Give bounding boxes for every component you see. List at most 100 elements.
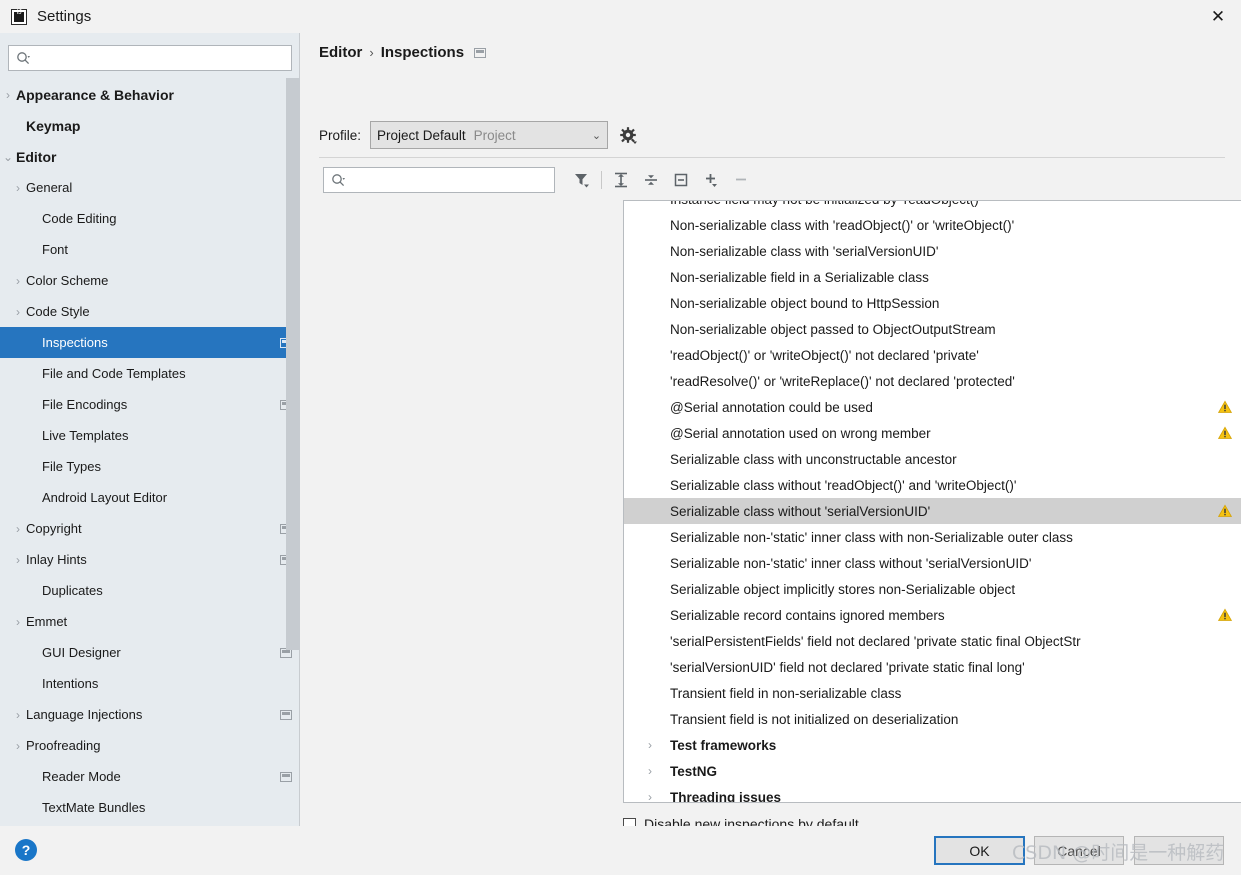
sidebar-item-font[interactable]: Font: [0, 234, 300, 265]
sidebar-item-live-templates[interactable]: Live Templates: [0, 420, 300, 451]
collapse-all-icon[interactable]: [636, 166, 666, 194]
sidebar-item-inspections[interactable]: Inspections: [0, 327, 300, 358]
project-scope-badge-icon: [474, 47, 487, 58]
sidebar-item-label: File Encodings: [42, 397, 128, 412]
sidebar-item-textmate-bundles[interactable]: TextMate Bundles: [0, 792, 300, 823]
inspection-row[interactable]: Serializable record contains ignored mem…: [624, 602, 1241, 628]
add-icon[interactable]: [696, 166, 726, 194]
chevron-right-icon[interactable]: ›: [10, 709, 26, 721]
cancel-button[interactable]: Cancel: [1034, 836, 1124, 865]
sidebar-search[interactable]: [8, 45, 292, 71]
breadcrumb-root[interactable]: Editor: [319, 44, 362, 61]
inspection-row[interactable]: Non-serializable object bound to HttpSes…: [624, 290, 1241, 316]
sidebar-item-file-encodings[interactable]: File Encodings: [0, 389, 300, 420]
sidebar-item-duplicates[interactable]: Duplicates: [0, 575, 300, 606]
sidebar-item-intentions[interactable]: Intentions: [0, 668, 300, 699]
inspections-search[interactable]: [323, 167, 555, 193]
settings-sidebar: › Appearance & Behavior Keymap ⌄ Editor › Gene…: [0, 33, 300, 826]
gear-icon[interactable]: [617, 124, 639, 146]
sidebar-item-general[interactable]: › General: [0, 172, 300, 203]
inspection-row[interactable]: @Serial annotation could be used: [624, 394, 1241, 420]
sidebar-item-emmet[interactable]: › Emmet: [0, 606, 300, 637]
inspection-row[interactable]: 'readObject()' or 'writeObject()' not de…: [624, 342, 1241, 368]
chevron-down-icon[interactable]: ⌄: [0, 151, 16, 163]
inspection-group-row[interactable]: › Test frameworks: [624, 732, 1241, 758]
sidebar-item-appearance-behavior[interactable]: › Appearance & Behavior: [0, 79, 300, 110]
sidebar-item-code-style[interactable]: › Code Style: [0, 296, 300, 327]
intellij-idea-icon: [11, 8, 27, 25]
chevron-right-icon[interactable]: ›: [10, 616, 26, 628]
inspection-row[interactable]: Serializable non-'static' inner class wi…: [624, 550, 1241, 576]
inspection-label: 'serialPersistentFields' field not decla…: [670, 633, 1081, 649]
filter-icon[interactable]: [567, 166, 597, 194]
sidebar-item-gui-designer[interactable]: GUI Designer: [0, 637, 300, 668]
inspection-row[interactable]: 'serialPersistentFields' field not decla…: [624, 628, 1241, 654]
sidebar-item-inlay-hints[interactable]: › Inlay Hints: [0, 544, 300, 575]
chevron-right-icon[interactable]: ›: [10, 182, 26, 194]
inspection-row[interactable]: @Serial annotation used on wrong member: [624, 420, 1241, 446]
divider: [319, 157, 1225, 158]
sidebar-item-label: Android Layout Editor: [42, 490, 168, 505]
inspection-row[interactable]: 'serialVersionUID' field not declared 'p…: [624, 654, 1241, 680]
remove-icon[interactable]: [726, 166, 756, 194]
chevron-right-icon[interactable]: ›: [648, 738, 670, 752]
sidebar-item-editor[interactable]: ⌄ Editor: [0, 141, 300, 172]
chevron-right-icon[interactable]: ›: [10, 740, 26, 752]
inspection-label: Serializable class without 'serialVersio…: [670, 503, 931, 519]
sidebar-item-proofreading[interactable]: › Proofreading: [0, 730, 300, 761]
chevron-right-icon[interactable]: ›: [10, 275, 26, 287]
sidebar-item-android-layout-editor[interactable]: Android Layout Editor: [0, 482, 300, 513]
close-icon[interactable]: ✕: [1195, 0, 1241, 33]
sidebar-item-copyright[interactable]: › Copyright: [0, 513, 300, 544]
inspections-search-input[interactable]: [345, 169, 554, 191]
inspection-row[interactable]: Transient field in non-serializable clas…: [624, 680, 1241, 706]
sidebar-item-label: Appearance & Behavior: [16, 86, 174, 103]
chevron-right-icon[interactable]: ›: [648, 790, 670, 802]
breadcrumb: Editor › Inspections: [319, 44, 487, 61]
inspection-row[interactable]: Serializable class with unconstructable …: [624, 446, 1241, 472]
inspection-row[interactable]: 'readResolve()' or 'writeReplace()' not …: [624, 368, 1241, 394]
inspections-list[interactable]: Instance field may not be initialized by…: [623, 200, 1241, 803]
toolbar-divider: [601, 171, 602, 189]
inspection-row[interactable]: Transient field is not initialized on de…: [624, 706, 1241, 732]
profile-dropdown[interactable]: Project Default Project ⌄: [370, 121, 609, 149]
sidebar-item-language-injections[interactable]: › Language Injections: [0, 699, 300, 730]
inspection-group-row[interactable]: › Threading issues: [624, 784, 1241, 803]
sidebar-item-label: Intentions: [42, 676, 99, 691]
sidebar-item-reader-mode[interactable]: Reader Mode: [0, 761, 300, 792]
sidebar-item-file-and-code-templates[interactable]: File and Code Templates: [0, 358, 300, 389]
inspection-label: Non-serializable class with 'serialVersi…: [670, 243, 939, 259]
sidebar-scrollbar-thumb[interactable]: [286, 78, 300, 650]
chevron-right-icon[interactable]: ›: [0, 89, 16, 101]
inspection-row[interactable]: Non-serializable object passed to Object…: [624, 316, 1241, 342]
chevron-right-icon[interactable]: ›: [10, 523, 26, 535]
search-input[interactable]: [30, 47, 291, 69]
inspection-label: Serializable class without 'readObject()…: [670, 477, 1017, 493]
help-button[interactable]: ?: [15, 839, 37, 861]
sidebar-item-file-types[interactable]: File Types: [0, 451, 300, 482]
chevron-right-icon[interactable]: ›: [10, 554, 26, 566]
expand-all-icon[interactable]: [606, 166, 636, 194]
collapse-node-icon[interactable]: [666, 166, 696, 194]
sidebar-scrollbar[interactable]: [286, 78, 300, 823]
ok-button[interactable]: OK: [934, 836, 1025, 865]
sidebar-item-color-scheme[interactable]: › Color Scheme: [0, 265, 300, 296]
inspection-row[interactable]: Serializable class without 'serialVersio…: [624, 498, 1241, 524]
inspection-row[interactable]: Serializable class without 'readObject()…: [624, 472, 1241, 498]
apply-button[interactable]: [1134, 836, 1224, 865]
sidebar-item-keymap[interactable]: Keymap: [0, 110, 300, 141]
inspection-row[interactable]: Instance field may not be initialized by…: [624, 201, 1241, 212]
sidebar-item-label: File and Code Templates: [42, 366, 186, 381]
inspection-row[interactable]: Serializable non-'static' inner class wi…: [624, 524, 1241, 550]
inspection-row[interactable]: Non-serializable field in a Serializable…: [624, 264, 1241, 290]
search-icon: [16, 51, 30, 65]
breadcrumb-leaf: Inspections: [380, 44, 465, 61]
chevron-right-icon[interactable]: ›: [648, 764, 670, 778]
inspection-row[interactable]: Serializable object implicitly stores no…: [624, 576, 1241, 602]
chevron-right-icon[interactable]: ›: [10, 306, 26, 318]
inspection-row[interactable]: Non-serializable class with 'serialVersi…: [624, 238, 1241, 264]
inspection-row[interactable]: Non-serializable class with 'readObject(…: [624, 212, 1241, 238]
inspection-group-row[interactable]: › TestNG: [624, 758, 1241, 784]
sidebar-item-label: TextMate Bundles: [42, 800, 146, 815]
sidebar-item-code-editing[interactable]: Code Editing: [0, 203, 300, 234]
